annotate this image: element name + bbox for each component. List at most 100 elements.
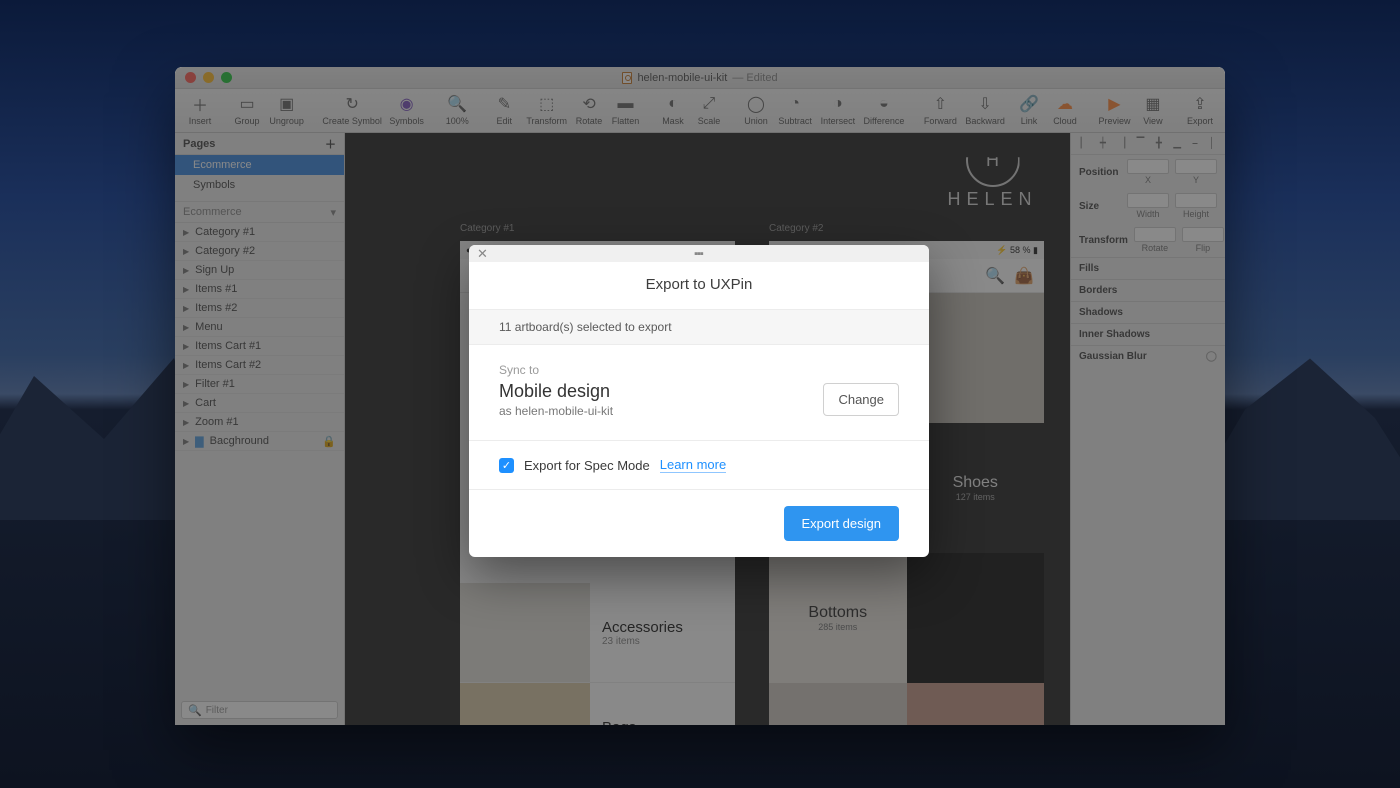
flip-field[interactable] <box>1182 227 1224 242</box>
width-field[interactable] <box>1127 193 1169 208</box>
layer-item[interactable]: ▶Cart <box>175 394 344 413</box>
spec-mode-label: Export for Spec Mode <box>524 458 650 473</box>
layer-item[interactable]: ▶ Filter #1 <box>175 375 344 394</box>
layer-label: Items #1 <box>195 283 237 295</box>
layer-item[interactable]: ▶ Items Cart #2 <box>175 356 344 375</box>
filter-input[interactable]: 🔍 Filter <box>181 701 338 719</box>
layer-label: Filter #1 <box>195 378 235 390</box>
layer-item[interactable]: ▶Sign Up <box>175 261 344 280</box>
layer-item[interactable]: ▶▇Bacghround🔒 <box>175 432 344 451</box>
titlebar: helen-mobile-ui-kit — Edited <box>175 67 1225 89</box>
artboard-label: Category #1 <box>460 223 514 234</box>
left-panel: Pages ＋ Ecommerce Symbols Ecommerce ▾ ▶C… <box>175 133 345 725</box>
flatten-button[interactable]: ▬Flatten <box>608 93 643 126</box>
scale-button[interactable]: ⤢Scale <box>692 93 726 126</box>
lock-icon: 🔒 <box>322 435 336 448</box>
forward-button[interactable]: ⇧Forward <box>920 93 960 126</box>
disclosure-icon[interactable]: ▶ <box>183 285 189 294</box>
zoom-control[interactable]: 🔍100% <box>440 93 474 126</box>
rotate-field[interactable] <box>1134 227 1176 242</box>
symbols-button[interactable]: ◉Symbols <box>386 93 427 126</box>
inner-shadows-section[interactable]: Inner Shadows <box>1071 323 1225 345</box>
pages-header: Pages ＋ <box>175 133 344 155</box>
disclosure-icon[interactable]: ▶ <box>183 342 189 351</box>
disclosure-icon[interactable]: ▶ <box>183 418 189 427</box>
position-label: Position <box>1079 167 1121 178</box>
change-button[interactable]: Change <box>823 383 899 416</box>
export-design-button[interactable]: Export design <box>784 506 900 541</box>
align-controls[interactable]: ▏ ┿ ▕ ▔ ╋ ▁ ⎯ │ <box>1071 133 1225 155</box>
disclosure-icon[interactable]: ▶ <box>183 247 189 256</box>
cloud-button[interactable]: ☁Cloud <box>1048 93 1082 126</box>
layer-item[interactable]: ▶Menu <box>175 318 344 337</box>
distribute-h-icon[interactable]: ⎯ <box>1193 138 1198 149</box>
disclosure-icon[interactable]: ▶ <box>183 399 189 408</box>
transform-button[interactable]: ⬚Transform <box>523 93 570 126</box>
disclosure-icon[interactable]: ▶ <box>183 228 189 237</box>
subtract-button[interactable]: ◔Subtract <box>775 93 815 126</box>
group-button[interactable]: ▭Group <box>230 93 264 126</box>
view-button[interactable]: ▦View <box>1136 93 1170 126</box>
shadows-section[interactable]: Shadows <box>1071 301 1225 323</box>
layer-item[interactable]: ▶ Category #2 <box>175 242 344 261</box>
difference-button[interactable]: ◒Difference <box>860 93 907 126</box>
union-button[interactable]: ◯Union <box>739 93 773 126</box>
gaussian-blur-section[interactable]: Gaussian Blur◯ <box>1071 345 1225 367</box>
brand-logo: H HELEN <box>948 133 1038 210</box>
fills-section[interactable]: Fills <box>1071 257 1225 279</box>
align-bottom-icon[interactable]: ▁ <box>1173 138 1181 149</box>
artboard-label: Category #2 <box>769 223 823 234</box>
layer-item[interactable]: ▶ Items #1 <box>175 280 344 299</box>
page-symbols[interactable]: Symbols <box>175 175 344 195</box>
distribute-v-icon[interactable]: │ <box>1209 138 1215 149</box>
layer-label: Items Cart #1 <box>195 340 261 352</box>
export-button[interactable]: ⇪Export <box>1183 93 1217 126</box>
link-button[interactable]: 🔗Link <box>1012 93 1046 126</box>
search-icon: 🔍 <box>188 704 202 717</box>
layer-item[interactable]: ▶Zoom #1 <box>175 413 344 432</box>
inspector-panel: ▏┿▕ ▔╋▁ ⎯│ Position X Y Size Width Heigh… <box>1070 133 1225 725</box>
layer-label: Items Cart #2 <box>195 359 261 371</box>
layers-options-icon[interactable]: ▾ <box>330 206 336 219</box>
insert-button[interactable]: ＋Insert <box>183 93 217 126</box>
layer-label: Category #2 <box>195 245 255 257</box>
modal-close-icon[interactable]: ✕ <box>477 247 488 260</box>
layer-item[interactable]: ▶Category #1 <box>175 223 344 242</box>
transform-label: Transform <box>1079 235 1128 246</box>
disclosure-icon[interactable]: ▶ <box>183 380 189 389</box>
align-vcenter-icon[interactable]: ╋ <box>1156 138 1162 149</box>
ungroup-button[interactable]: ▣Ungroup <box>266 93 307 126</box>
disclosure-icon[interactable]: ▶ <box>183 266 189 275</box>
blur-toggle-icon[interactable]: ◯ <box>1206 351 1217 362</box>
preview-button[interactable]: ▶Preview <box>1095 93 1134 126</box>
x-field[interactable] <box>1127 159 1169 174</box>
disclosure-icon[interactable]: ▶ <box>183 323 189 332</box>
learn-more-link[interactable]: Learn more <box>660 457 726 473</box>
modal-grip-icon: ▪▪▪ <box>694 248 703 260</box>
height-field[interactable] <box>1175 193 1217 208</box>
backward-button[interactable]: ⇩Backward <box>962 93 1008 126</box>
intersect-button[interactable]: ◑Intersect <box>817 93 858 126</box>
disclosure-icon[interactable]: ▶ <box>183 304 189 313</box>
window-edited: — Edited <box>732 72 777 84</box>
align-left-icon[interactable]: ▏ <box>1081 138 1089 149</box>
spec-mode-checkbox[interactable]: ✓ <box>499 458 514 473</box>
modal-title: Export to UXPin <box>469 262 929 310</box>
align-hcenter-icon[interactable]: ┿ <box>1100 138 1106 149</box>
layer-item[interactable]: ▶ Items Cart #1 <box>175 337 344 356</box>
align-top-icon[interactable]: ▔ <box>1137 138 1145 149</box>
y-field[interactable] <box>1175 159 1217 174</box>
disclosure-icon[interactable]: ▶ <box>183 437 189 446</box>
borders-section[interactable]: Borders <box>1071 279 1225 301</box>
disclosure-icon[interactable]: ▶ <box>183 361 189 370</box>
rotate-button[interactable]: ⟲Rotate <box>572 93 606 126</box>
page-ecommerce[interactable]: Ecommerce <box>175 155 344 175</box>
layer-item[interactable]: ▶ Items #2 <box>175 299 344 318</box>
layer-label: Items #2 <box>195 302 237 314</box>
align-right-icon[interactable]: ▕ <box>1117 138 1125 149</box>
edit-button[interactable]: ✎Edit <box>487 93 521 126</box>
mask-button[interactable]: ◐Mask <box>656 93 690 126</box>
create-symbol-button[interactable]: ↻Create Symbol <box>320 93 384 126</box>
add-page-icon[interactable]: ＋ <box>325 136 336 152</box>
modal-selection-count: 11 artboard(s) selected to export <box>469 310 929 345</box>
